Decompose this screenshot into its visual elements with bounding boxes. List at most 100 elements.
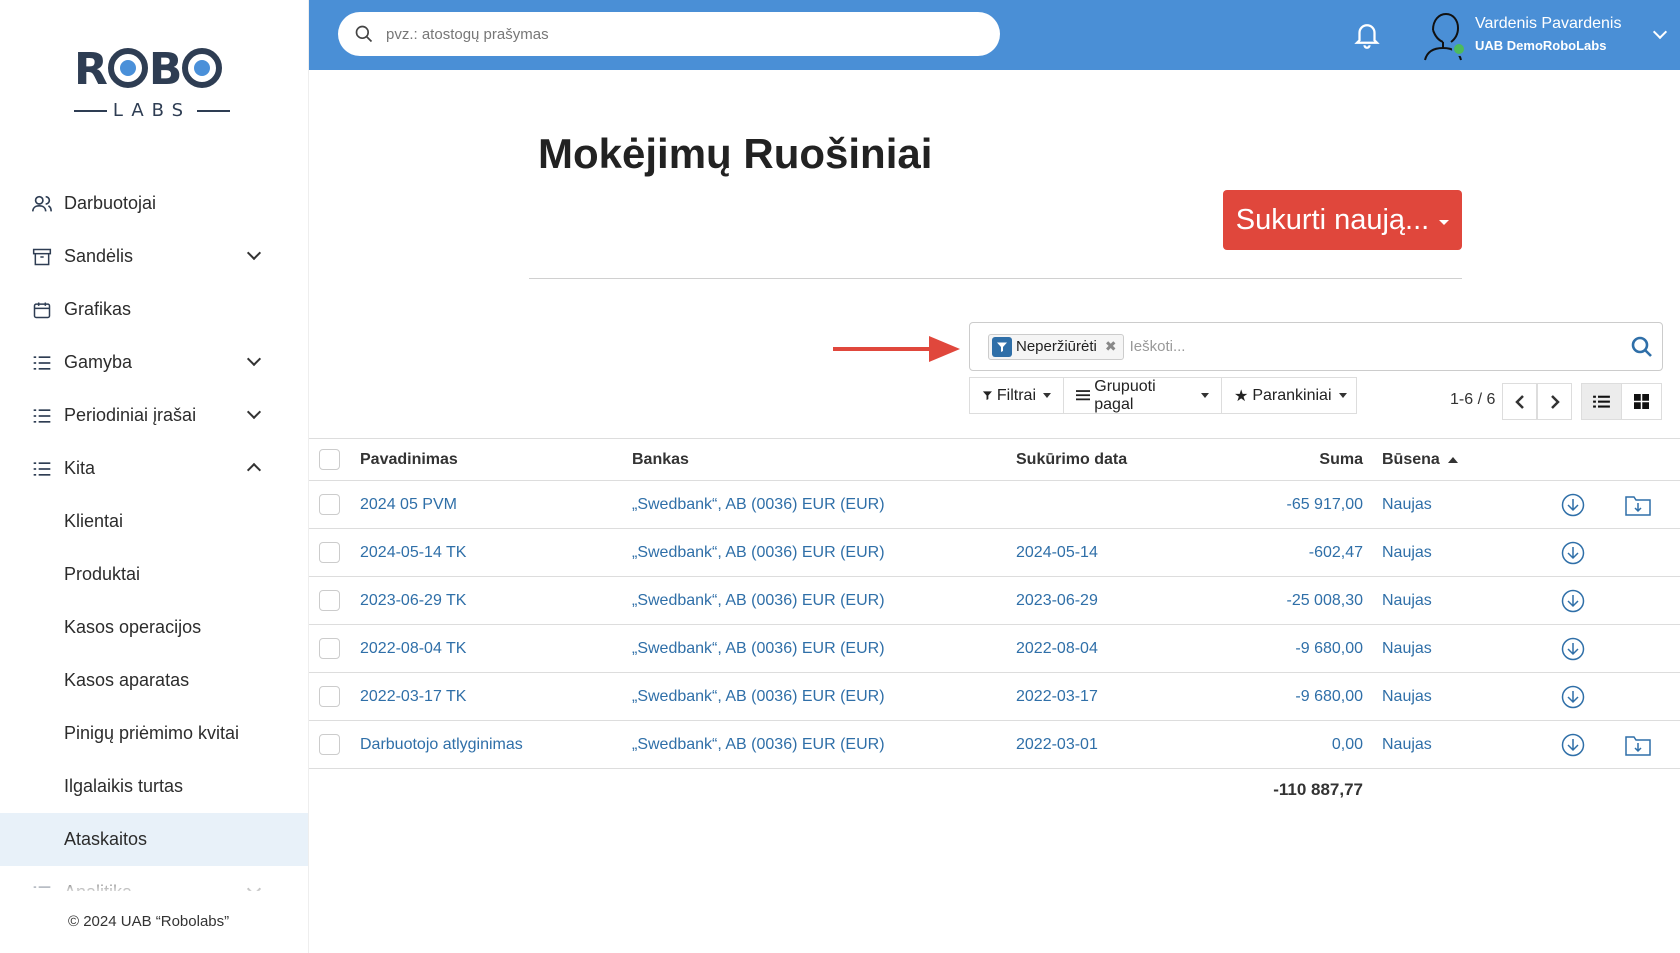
col-name[interactable]: Pavadinimas — [360, 439, 458, 480]
row-sum[interactable]: -9 680,00 — [1209, 625, 1363, 672]
sidebar-item-periodiniai-irasai[interactable]: Periodiniai įrašai — [0, 389, 308, 442]
filter-facet[interactable]: Neperžiūrėti ✖ — [988, 333, 1124, 360]
sidebar-item-label: Kasos operacijos — [64, 617, 202, 637]
search-icon[interactable] — [1630, 335, 1654, 359]
kanban-view-button[interactable] — [1621, 383, 1662, 420]
download-icon[interactable] — [1561, 541, 1585, 565]
row-status[interactable]: Naujas — [1382, 577, 1432, 624]
global-search-input[interactable] — [386, 25, 946, 43]
col-bank[interactable]: Bankas — [632, 439, 689, 480]
global-search[interactable] — [338, 12, 1000, 56]
list-icon — [30, 351, 54, 375]
folder-download-icon[interactable] — [1625, 734, 1651, 756]
sidebar-item-kasos-aparatas[interactable]: Kasos aparatas — [0, 654, 308, 707]
chevron-up-icon[interactable] — [246, 462, 262, 478]
sidebar-item-grafikas[interactable]: Grafikas — [0, 283, 308, 336]
download-icon[interactable] — [1561, 493, 1585, 517]
row-status[interactable]: Naujas — [1382, 529, 1432, 576]
robolabs-logo[interactable]: RB LABS — [74, 44, 234, 126]
pager-value[interactable]: 1-6 / 6 — [1450, 391, 1495, 409]
download-icon[interactable] — [1561, 589, 1585, 613]
select-all-checkbox[interactable] — [319, 449, 340, 470]
row-sum[interactable]: -65 917,00 — [1209, 481, 1363, 528]
row-checkbox[interactable] — [319, 638, 340, 659]
next-page-button[interactable] — [1537, 383, 1572, 420]
row-bank[interactable]: „Swedbank“, AB (0036) EUR (EUR) — [632, 673, 885, 720]
sidebar-item-klientai[interactable]: Klientai — [0, 495, 308, 548]
caret-down-icon — [1439, 219, 1450, 225]
sidebar-item-ataskaitos[interactable]: Ataskaitos — [0, 813, 308, 866]
sidebar-item-sandelis[interactable]: Sandėlis — [0, 230, 308, 283]
col-date[interactable]: Sukūrimo data — [1016, 439, 1127, 480]
sidebar: RB LABS Darbuotojai Sandėlis Grafikas Ga… — [0, 0, 309, 953]
list-icon — [30, 404, 54, 428]
sidebar-item-label: Gamyba — [64, 352, 133, 372]
list-search-input[interactable] — [1129, 338, 1630, 355]
create-new-button[interactable]: Sukurti naują... — [1223, 190, 1462, 250]
row-status[interactable]: Naujas — [1382, 721, 1432, 768]
row-name[interactable]: 2022-03-17 TK — [360, 673, 466, 720]
row-sum[interactable]: -602,47 — [1209, 529, 1363, 576]
row-name[interactable]: 2023-06-29 TK — [360, 577, 466, 624]
table-row[interactable]: 2024 05 PVM „Swedbank“, AB (0036) EUR (EU… — [309, 481, 1680, 529]
table-row[interactable]: 2023-06-29 TK „Swedbank“, AB (0036) EUR (… — [309, 577, 1680, 625]
row-status[interactable]: Naujas — [1382, 673, 1432, 720]
sidebar-item-ilgalaikis-turtas[interactable]: Ilgalaikis turtas — [0, 760, 308, 813]
row-sum[interactable]: 0,00 — [1209, 721, 1363, 768]
user-name[interactable]: Vardenis Pavardenis — [1475, 15, 1621, 33]
favorites-button[interactable]: ★ Parankiniai — [1221, 377, 1357, 414]
row-checkbox[interactable] — [319, 590, 340, 611]
chevron-down-icon[interactable] — [246, 245, 262, 261]
chevron-down-icon[interactable] — [246, 351, 262, 367]
download-icon[interactable] — [1561, 733, 1585, 757]
row-bank[interactable]: „Swedbank“, AB (0036) EUR (EUR) — [632, 577, 885, 624]
sidebar-item-darbuotojai[interactable]: Darbuotojai — [0, 177, 308, 230]
sidebar-item-gamyba[interactable]: Gamyba — [0, 336, 308, 389]
facet-label: Neperžiūrėti — [1016, 338, 1097, 355]
folder-download-icon[interactable] — [1625, 494, 1651, 516]
row-bank[interactable]: „Swedbank“, AB (0036) EUR (EUR) — [632, 481, 885, 528]
sidebar-item-produktai[interactable]: Produktai — [0, 548, 308, 601]
row-name[interactable]: 2024-05-14 TK — [360, 529, 466, 576]
list-view-button[interactable] — [1581, 383, 1622, 420]
row-name[interactable]: 2024 05 PVM — [360, 481, 457, 528]
row-status[interactable]: Naujas — [1382, 625, 1432, 672]
row-date[interactable]: 2022-03-01 — [1016, 721, 1098, 768]
row-checkbox[interactable] — [319, 734, 340, 755]
remove-facet-icon[interactable]: ✖ — [1105, 338, 1117, 355]
filters-button[interactable]: Filtrai — [969, 377, 1064, 414]
group-by-button[interactable]: Grupuoti pagal — [1063, 377, 1222, 414]
bell-icon[interactable] — [1352, 18, 1382, 50]
row-checkbox[interactable] — [319, 686, 340, 707]
sidebar-item-pinigu-priemimo-kvitai[interactable]: Pinigų priėmimo kvitai — [0, 707, 308, 760]
download-icon[interactable] — [1561, 685, 1585, 709]
row-name[interactable]: Darbuotojo atlyginimas — [360, 721, 523, 768]
row-sum[interactable]: -25 008,30 — [1209, 577, 1363, 624]
table-row[interactable]: 2024-05-14 TK „Swedbank“, AB (0036) EUR (… — [309, 529, 1680, 577]
row-status[interactable]: Naujas — [1382, 481, 1432, 528]
row-bank[interactable]: „Swedbank“, AB (0036) EUR (EUR) — [632, 529, 885, 576]
col-sum[interactable]: Suma — [1209, 439, 1363, 480]
row-name[interactable]: 2022-08-04 TK — [360, 625, 466, 672]
row-checkbox[interactable] — [319, 542, 340, 563]
sidebar-item-kasos-operacijos[interactable]: Kasos operacijos — [0, 601, 308, 654]
row-checkbox[interactable] — [319, 494, 340, 515]
bars-icon — [1076, 390, 1091, 401]
chevron-down-icon[interactable] — [1652, 24, 1668, 40]
prev-page-button[interactable] — [1502, 383, 1537, 420]
row-sum[interactable]: -9 680,00 — [1209, 673, 1363, 720]
row-date[interactable]: 2022-03-17 — [1016, 673, 1098, 720]
row-date[interactable]: 2022-08-04 — [1016, 625, 1098, 672]
download-icon[interactable] — [1561, 637, 1585, 661]
row-bank[interactable]: „Swedbank“, AB (0036) EUR (EUR) — [632, 625, 885, 672]
col-status[interactable]: Būsena — [1382, 439, 1458, 480]
list-search-box[interactable]: Neperžiūrėti ✖ — [969, 322, 1663, 371]
row-bank[interactable]: „Swedbank“, AB (0036) EUR (EUR) — [632, 721, 885, 768]
chevron-down-icon[interactable] — [246, 404, 262, 420]
row-date[interactable]: 2024-05-14 — [1016, 529, 1098, 576]
row-date[interactable]: 2023-06-29 — [1016, 577, 1098, 624]
table-row[interactable]: 2022-03-17 TK „Swedbank“, AB (0036) EUR (… — [309, 673, 1680, 721]
table-row[interactable]: Darbuotojo atlyginimas „Swedbank“, AB (00… — [309, 721, 1680, 769]
sidebar-item-kita[interactable]: Kita — [0, 442, 308, 495]
table-row[interactable]: 2022-08-04 TK „Swedbank“, AB (0036) EUR (… — [309, 625, 1680, 673]
